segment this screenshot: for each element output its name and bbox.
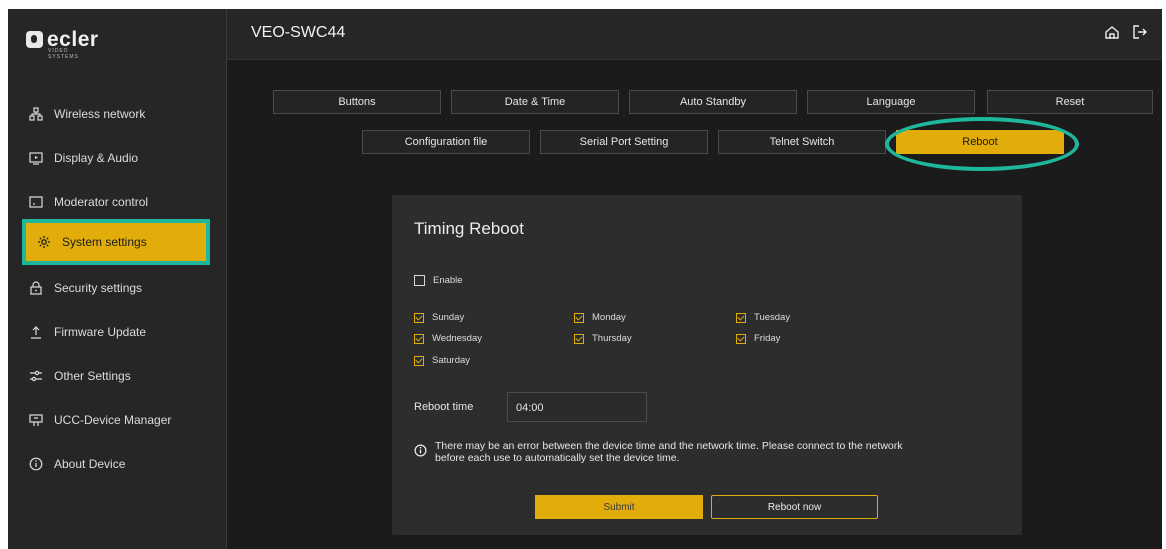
sidebar-item-other-settings[interactable]: Other Settings: [28, 361, 131, 391]
tab-buttons[interactable]: Buttons: [273, 90, 441, 114]
tab-date-time[interactable]: Date & Time: [451, 90, 619, 114]
day-checkbox-tuesday[interactable]: Tuesday: [736, 312, 790, 323]
sidebar-item-system-settings[interactable]: System settings: [22, 219, 210, 265]
sidebar-item-label: Firmware Update: [54, 325, 147, 339]
sidebar-item-display-audio[interactable]: Display & Audio: [28, 143, 138, 173]
tab-telnet-switch[interactable]: Telnet Switch: [718, 130, 886, 154]
ecler-logo: ecler VIDEO SYSTEMS: [26, 27, 99, 60]
sidebar-item-security-settings[interactable]: Security settings: [28, 273, 142, 303]
checkbox-checked[interactable]: [414, 312, 424, 323]
day-label: Saturday: [432, 355, 471, 366]
display-icon: [28, 150, 44, 166]
sidebar: ecler VIDEO SYSTEMS Wireless network Dis…: [8, 9, 227, 549]
reboot-time-label: Reboot time: [414, 401, 474, 413]
sidebar-item-label: Other Settings: [54, 369, 131, 383]
tab-reboot[interactable]: Reboot: [896, 130, 1064, 154]
tab-configuration-file[interactable]: Configuration file: [362, 130, 530, 154]
day-checkbox-thursday[interactable]: Thursday: [574, 333, 632, 344]
tab-serial-port-setting[interactable]: Serial Port Setting: [540, 130, 708, 154]
checkbox-checked[interactable]: [414, 355, 424, 366]
day-label: Wednesday: [432, 333, 482, 344]
tab-reset[interactable]: Reset: [987, 90, 1153, 114]
lock-icon: [28, 280, 44, 296]
home-icon[interactable]: [1104, 24, 1120, 45]
info-text-line-1: There may be an error between the device…: [435, 440, 903, 452]
sidebar-item-label: Moderator control: [54, 195, 149, 209]
reboot-now-button[interactable]: Reboot now: [711, 495, 878, 519]
day-label: Thursday: [592, 333, 632, 344]
sidebar-item-label: Security settings: [54, 281, 143, 295]
device-manager-icon: [28, 412, 44, 428]
day-checkbox-friday[interactable]: Friday: [736, 333, 780, 344]
checkbox-checked[interactable]: [574, 312, 584, 323]
checkbox-checked[interactable]: [414, 333, 424, 344]
network-icon: [28, 106, 44, 122]
submit-button[interactable]: Submit: [535, 495, 703, 519]
info-icon: [28, 456, 44, 472]
sidebar-item-label: About Device: [54, 457, 126, 471]
day-label: Sunday: [432, 312, 465, 323]
timing-reboot-panel: Timing Reboot Enable Sunday Monday Tuesd…: [392, 195, 1022, 535]
sidebar-item-moderator-control[interactable]: Moderator control: [28, 187, 148, 217]
sidebar-item-label: UCC-Device Manager: [54, 413, 172, 427]
app-frame: ecler VIDEO SYSTEMS Wireless network Dis…: [8, 9, 1162, 549]
checkbox-checked[interactable]: [736, 312, 746, 323]
info-text: There may be an error between the device…: [435, 440, 903, 464]
logo-subtitle: VIDEO SYSTEMS: [48, 48, 79, 60]
checkbox-checked[interactable]: [736, 333, 746, 344]
sidebar-item-about-device[interactable]: About Device: [28, 449, 125, 479]
sidebar-item-label: Wireless network: [54, 107, 146, 121]
page-title: VEO-SWC44: [251, 24, 346, 41]
top-header: VEO-SWC44: [227, 9, 1162, 60]
checkbox-unchecked[interactable]: [414, 275, 425, 286]
day-checkbox-monday[interactable]: Monday: [574, 312, 626, 323]
sidebar-item-label: System settings: [62, 235, 147, 249]
tab-language[interactable]: Language: [807, 90, 975, 114]
info-note: There may be an error between the device…: [414, 440, 994, 464]
logout-icon[interactable]: [1132, 24, 1148, 45]
header-icons: [1104, 24, 1148, 45]
sidebar-item-wireless-network[interactable]: Wireless network: [28, 99, 145, 129]
info-text-line-2: before each use to automatically set the…: [435, 452, 680, 464]
enable-checkbox[interactable]: Enable: [414, 275, 463, 286]
tab-auto-standby[interactable]: Auto Standby: [629, 90, 797, 114]
moderator-icon: [28, 194, 44, 210]
day-label: Tuesday: [754, 312, 791, 323]
logo-mark: [26, 30, 43, 48]
info-icon: [414, 444, 427, 457]
sidebar-item-ucc-device-manager[interactable]: UCC-Device Manager: [28, 405, 171, 435]
logo-brand: ecler: [47, 27, 99, 51]
upload-icon: [28, 324, 44, 340]
day-label: Friday: [754, 333, 781, 344]
day-label: Monday: [592, 312, 626, 323]
sidebar-item-label: Display & Audio: [54, 151, 139, 165]
sidebar-item-firmware-update[interactable]: Firmware Update: [28, 317, 146, 347]
sliders-icon: [28, 368, 44, 384]
day-checkbox-saturday[interactable]: Saturday: [414, 355, 470, 366]
gear-icon: [36, 234, 52, 250]
day-checkbox-wednesday[interactable]: Wednesday: [414, 333, 482, 344]
checkbox-checked[interactable]: [574, 333, 584, 344]
reboot-time-input[interactable]: 04:00: [507, 392, 647, 422]
panel-title: Timing Reboot: [414, 219, 524, 238]
day-checkbox-sunday[interactable]: Sunday: [414, 312, 464, 323]
enable-label: Enable: [433, 275, 463, 286]
